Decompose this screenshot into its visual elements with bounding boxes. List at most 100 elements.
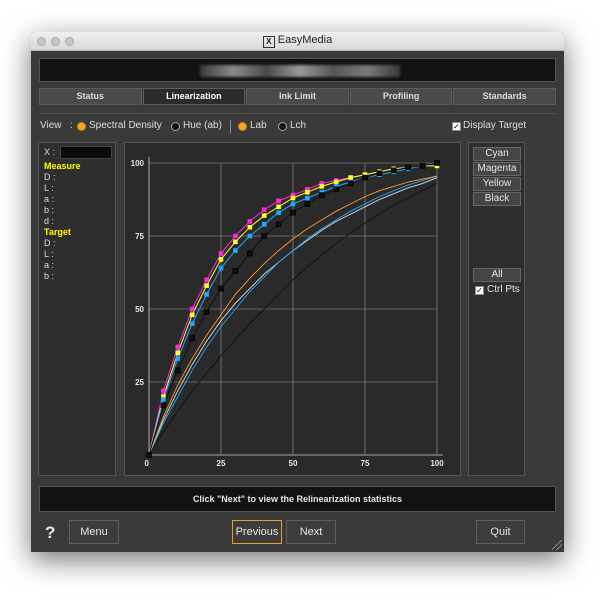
black-control-point	[304, 201, 311, 207]
tab-status[interactable]: Status	[39, 88, 142, 105]
tab-profiling[interactable]: Profiling	[349, 88, 453, 105]
tab-ink-limit[interactable]: Ink Limit	[246, 88, 349, 105]
spectral-density-radio[interactable]	[77, 122, 86, 131]
cyan-control-point	[204, 292, 209, 297]
measure-d-label: D :	[44, 172, 56, 182]
magenta-control-point	[189, 306, 195, 312]
black-control-point	[434, 160, 440, 166]
cyan-button[interactable]: Cyan	[473, 147, 521, 161]
measure-heading: Measure	[44, 161, 81, 171]
yellow-control-point	[189, 312, 195, 318]
magenta-control-point	[261, 207, 267, 213]
view-options-row: View : Spectral Density Hue (ab) Lab Lch…	[40, 120, 555, 134]
help-button[interactable]: ?	[45, 523, 55, 543]
x-tick-label: 100	[430, 459, 444, 468]
linearization-chart[interactable]: 0 25 50 75 100 25 50 75 100	[125, 143, 460, 475]
tab-standards[interactable]: Standards	[453, 88, 556, 105]
next-button[interactable]: Next	[286, 520, 336, 544]
app-window: X EasyMedia Status Linearization Ink Limi…	[31, 32, 564, 552]
black-control-point	[391, 167, 397, 174]
view-label: View	[40, 120, 62, 131]
black-control-point	[175, 367, 181, 374]
status-message: Click "Next" to view the Relinearization…	[39, 486, 556, 512]
display-target-checkbox[interactable]: ✓	[452, 122, 461, 131]
black-button[interactable]: Black	[473, 192, 521, 206]
black-control-point	[247, 250, 253, 257]
x-tick-label: 75	[361, 459, 370, 468]
black-control-point	[275, 221, 282, 228]
title-bar: X EasyMedia	[31, 32, 564, 51]
cyan-control-point	[233, 248, 238, 253]
black-control-point	[405, 164, 411, 171]
black-control-point	[261, 233, 267, 239]
black-control-point	[419, 163, 426, 169]
x11-app-icon: X	[262, 36, 275, 48]
black-control-point	[189, 335, 196, 341]
cyan-control-point	[161, 397, 166, 402]
yellow-control-point	[319, 184, 325, 189]
yellow-control-point	[333, 179, 339, 185]
target-l-label: L :	[44, 249, 54, 259]
yellow-control-point	[218, 257, 224, 262]
ctrl-pts-checkbox[interactable]: ✓	[475, 286, 484, 295]
lch-label[interactable]: Lch	[290, 120, 306, 131]
blurred-banner-text	[200, 65, 400, 77]
lch-radio[interactable]	[278, 122, 287, 131]
y-tick-label: 75	[135, 232, 144, 241]
tab-bar: Status Linearization Ink Limit Profiling…	[39, 88, 556, 105]
all-button[interactable]: All	[473, 268, 521, 282]
magenta-control-point	[161, 388, 166, 394]
tab-linearization[interactable]: Linearization	[142, 88, 246, 105]
hue-ab-radio[interactable]	[171, 122, 180, 131]
quit-button[interactable]: Quit	[476, 520, 525, 544]
magenta-control-point	[247, 219, 253, 224]
window-title-text: EasyMedia	[277, 34, 333, 46]
black-control-point	[160, 402, 167, 409]
yellow-control-point	[290, 195, 296, 201]
cyan-control-point	[247, 233, 253, 239]
black-control-point	[218, 285, 224, 292]
yellow-control-point	[276, 204, 281, 210]
cyan-control-point	[175, 356, 181, 361]
target-heading: Target	[44, 227, 71, 237]
magenta-control-point	[218, 251, 224, 256]
menu-button[interactable]: Menu	[69, 520, 119, 544]
linearization-chart-panel[interactable]: 0 25 50 75 100 25 50 75 100	[124, 142, 461, 476]
spectral-density-label[interactable]: Spectral Density	[89, 120, 162, 131]
cyan-control-point	[218, 265, 224, 271]
resize-grip[interactable]	[552, 540, 562, 550]
black-control-point	[333, 186, 339, 193]
black-control-point	[203, 309, 210, 315]
previous-button[interactable]: Previous	[232, 520, 282, 544]
black-control-point	[347, 180, 354, 187]
target-b-label: b :	[44, 271, 55, 281]
lab-radio[interactable]	[238, 122, 247, 131]
window-title: X EasyMedia	[31, 34, 564, 48]
magenta-control-point	[233, 233, 238, 239]
cyan-control-point	[276, 210, 281, 215]
hue-ab-label[interactable]: Hue (ab)	[183, 120, 222, 131]
x-tick-label: 25	[217, 459, 226, 468]
view-divider	[230, 120, 231, 133]
yellow-button[interactable]: Yellow	[473, 177, 521, 191]
tab-separator	[39, 113, 556, 114]
cyan-control-point	[290, 201, 296, 207]
yellow-control-point	[204, 283, 209, 288]
x-value-field	[60, 146, 112, 159]
black-control-point	[376, 170, 383, 177]
cyan-control-point	[189, 321, 195, 326]
cyan-control-point	[305, 195, 310, 201]
yellow-control-point	[305, 189, 310, 195]
x-tick-label: 50	[289, 459, 298, 468]
display-target-label[interactable]: Display Target	[463, 120, 526, 131]
magenta-button[interactable]: Magenta	[473, 162, 521, 176]
target-d-label: D :	[44, 238, 56, 248]
ctrl-pts-label[interactable]: Ctrl Pts	[487, 284, 520, 295]
cyan-control-point	[261, 222, 267, 227]
ctrl-pts-toggle[interactable]: ✓ Ctrl Pts	[475, 284, 520, 295]
lab-label[interactable]: Lab	[250, 120, 267, 131]
header-banner	[39, 58, 556, 82]
y-tick-label: 100	[131, 159, 145, 168]
yellow-control-point	[348, 175, 353, 180]
measure-a-label: a :	[44, 194, 55, 204]
